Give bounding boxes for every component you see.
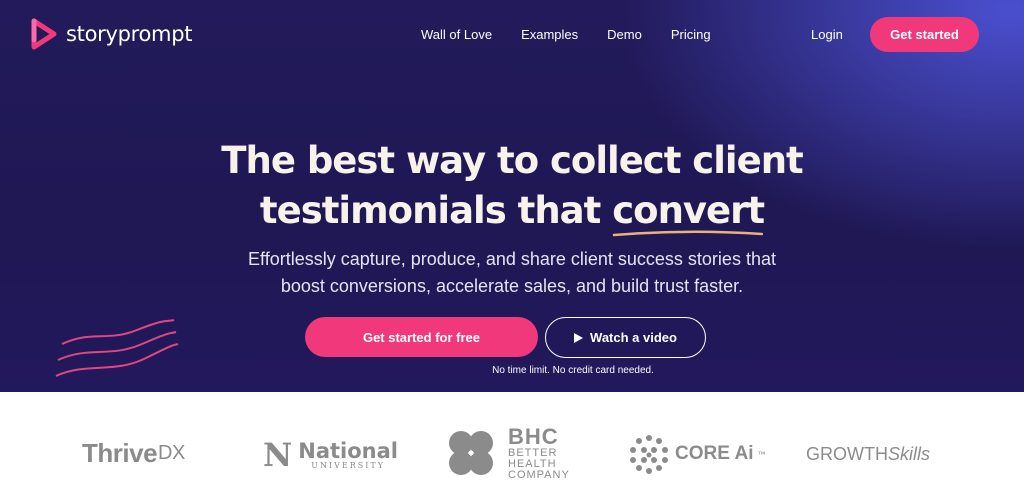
headline-accent-text: convert — [612, 189, 765, 232]
headline-line-2: testimonials that convert — [0, 186, 1024, 237]
site-logo[interactable]: storyprompt — [30, 18, 192, 50]
get-started-free-button[interactable]: Get started for free — [305, 317, 538, 357]
bhc-main: BHC — [508, 423, 559, 449]
nav-examples[interactable]: Examples — [521, 27, 578, 42]
dot-cluster-icon — [630, 435, 668, 474]
national-mark: N — [263, 436, 293, 474]
clover-icon — [449, 431, 493, 475]
decorative-waves — [55, 319, 179, 377]
client-logos-strip: Thrive DX N National UNIVERSITY BHC BETTE… — [0, 392, 1024, 494]
cta-note-text: No time limit. No credit card needed. — [492, 365, 654, 376]
nav-pricing[interactable]: Pricing — [671, 27, 711, 42]
growth-main: GROWTH — [806, 444, 888, 464]
national-name: National — [298, 438, 398, 463]
nav-demo[interactable]: Demo — [607, 27, 642, 42]
watch-video-button[interactable]: Watch a video — [545, 317, 706, 358]
storyprompt-play-logo-icon — [31, 18, 57, 50]
core-ai-text: CORE Ai — [675, 443, 754, 464]
headline-line-2-prefix: testimonials that — [259, 189, 613, 232]
national-university-logo: N National UNIVERSITY — [263, 436, 398, 474]
bhc-logo: BHC BETTER HEALTH COMPANY — [442, 424, 570, 482]
core-ai-logo: CORE Ai ™ — [627, 432, 765, 476]
bhc-line-1: BETTER — [508, 446, 558, 459]
bhc-line-2: HEALTH — [508, 457, 557, 470]
growth-italic: Skills — [887, 444, 930, 464]
subheadline-line-2: boost conversions, accelerate sales, and… — [280, 276, 744, 296]
growth-skills-logo: GROWTH Skills — [806, 444, 930, 465]
thrivedx-logo: Thrive DX — [82, 438, 185, 469]
hero-section: storyprompt Wall of Love Examples Demo P… — [0, 0, 1024, 392]
thrivedx-suffix: DX — [158, 442, 185, 464]
watch-video-label: Watch a video — [590, 330, 677, 345]
headline-line-1: The best way to collect client — [221, 139, 803, 182]
main-nav: Wall of Love Examples Demo Pricing — [421, 27, 740, 42]
accent-underline — [612, 230, 764, 237]
core-ai-tm: ™ — [757, 449, 766, 459]
hero-subheadline: Effortlessly capture, produce, and share… — [0, 246, 1024, 300]
hero-headline: The best way to collect client testimoni… — [0, 136, 1024, 237]
logo-text: storyprompt — [66, 22, 193, 46]
subheadline-line-1: Effortlessly capture, produce, and share… — [248, 249, 776, 269]
get-started-button[interactable]: Get started — [870, 17, 979, 52]
headline-accent-word: convert — [612, 189, 765, 237]
bhc-line-3: COMPANY — [508, 468, 570, 481]
thrivedx-main: Thrive — [82, 438, 158, 468]
nav-wall-of-love[interactable]: Wall of Love — [421, 27, 492, 42]
play-icon — [574, 332, 584, 343]
login-link[interactable]: Login — [811, 27, 843, 42]
national-sub: UNIVERSITY — [311, 460, 386, 470]
